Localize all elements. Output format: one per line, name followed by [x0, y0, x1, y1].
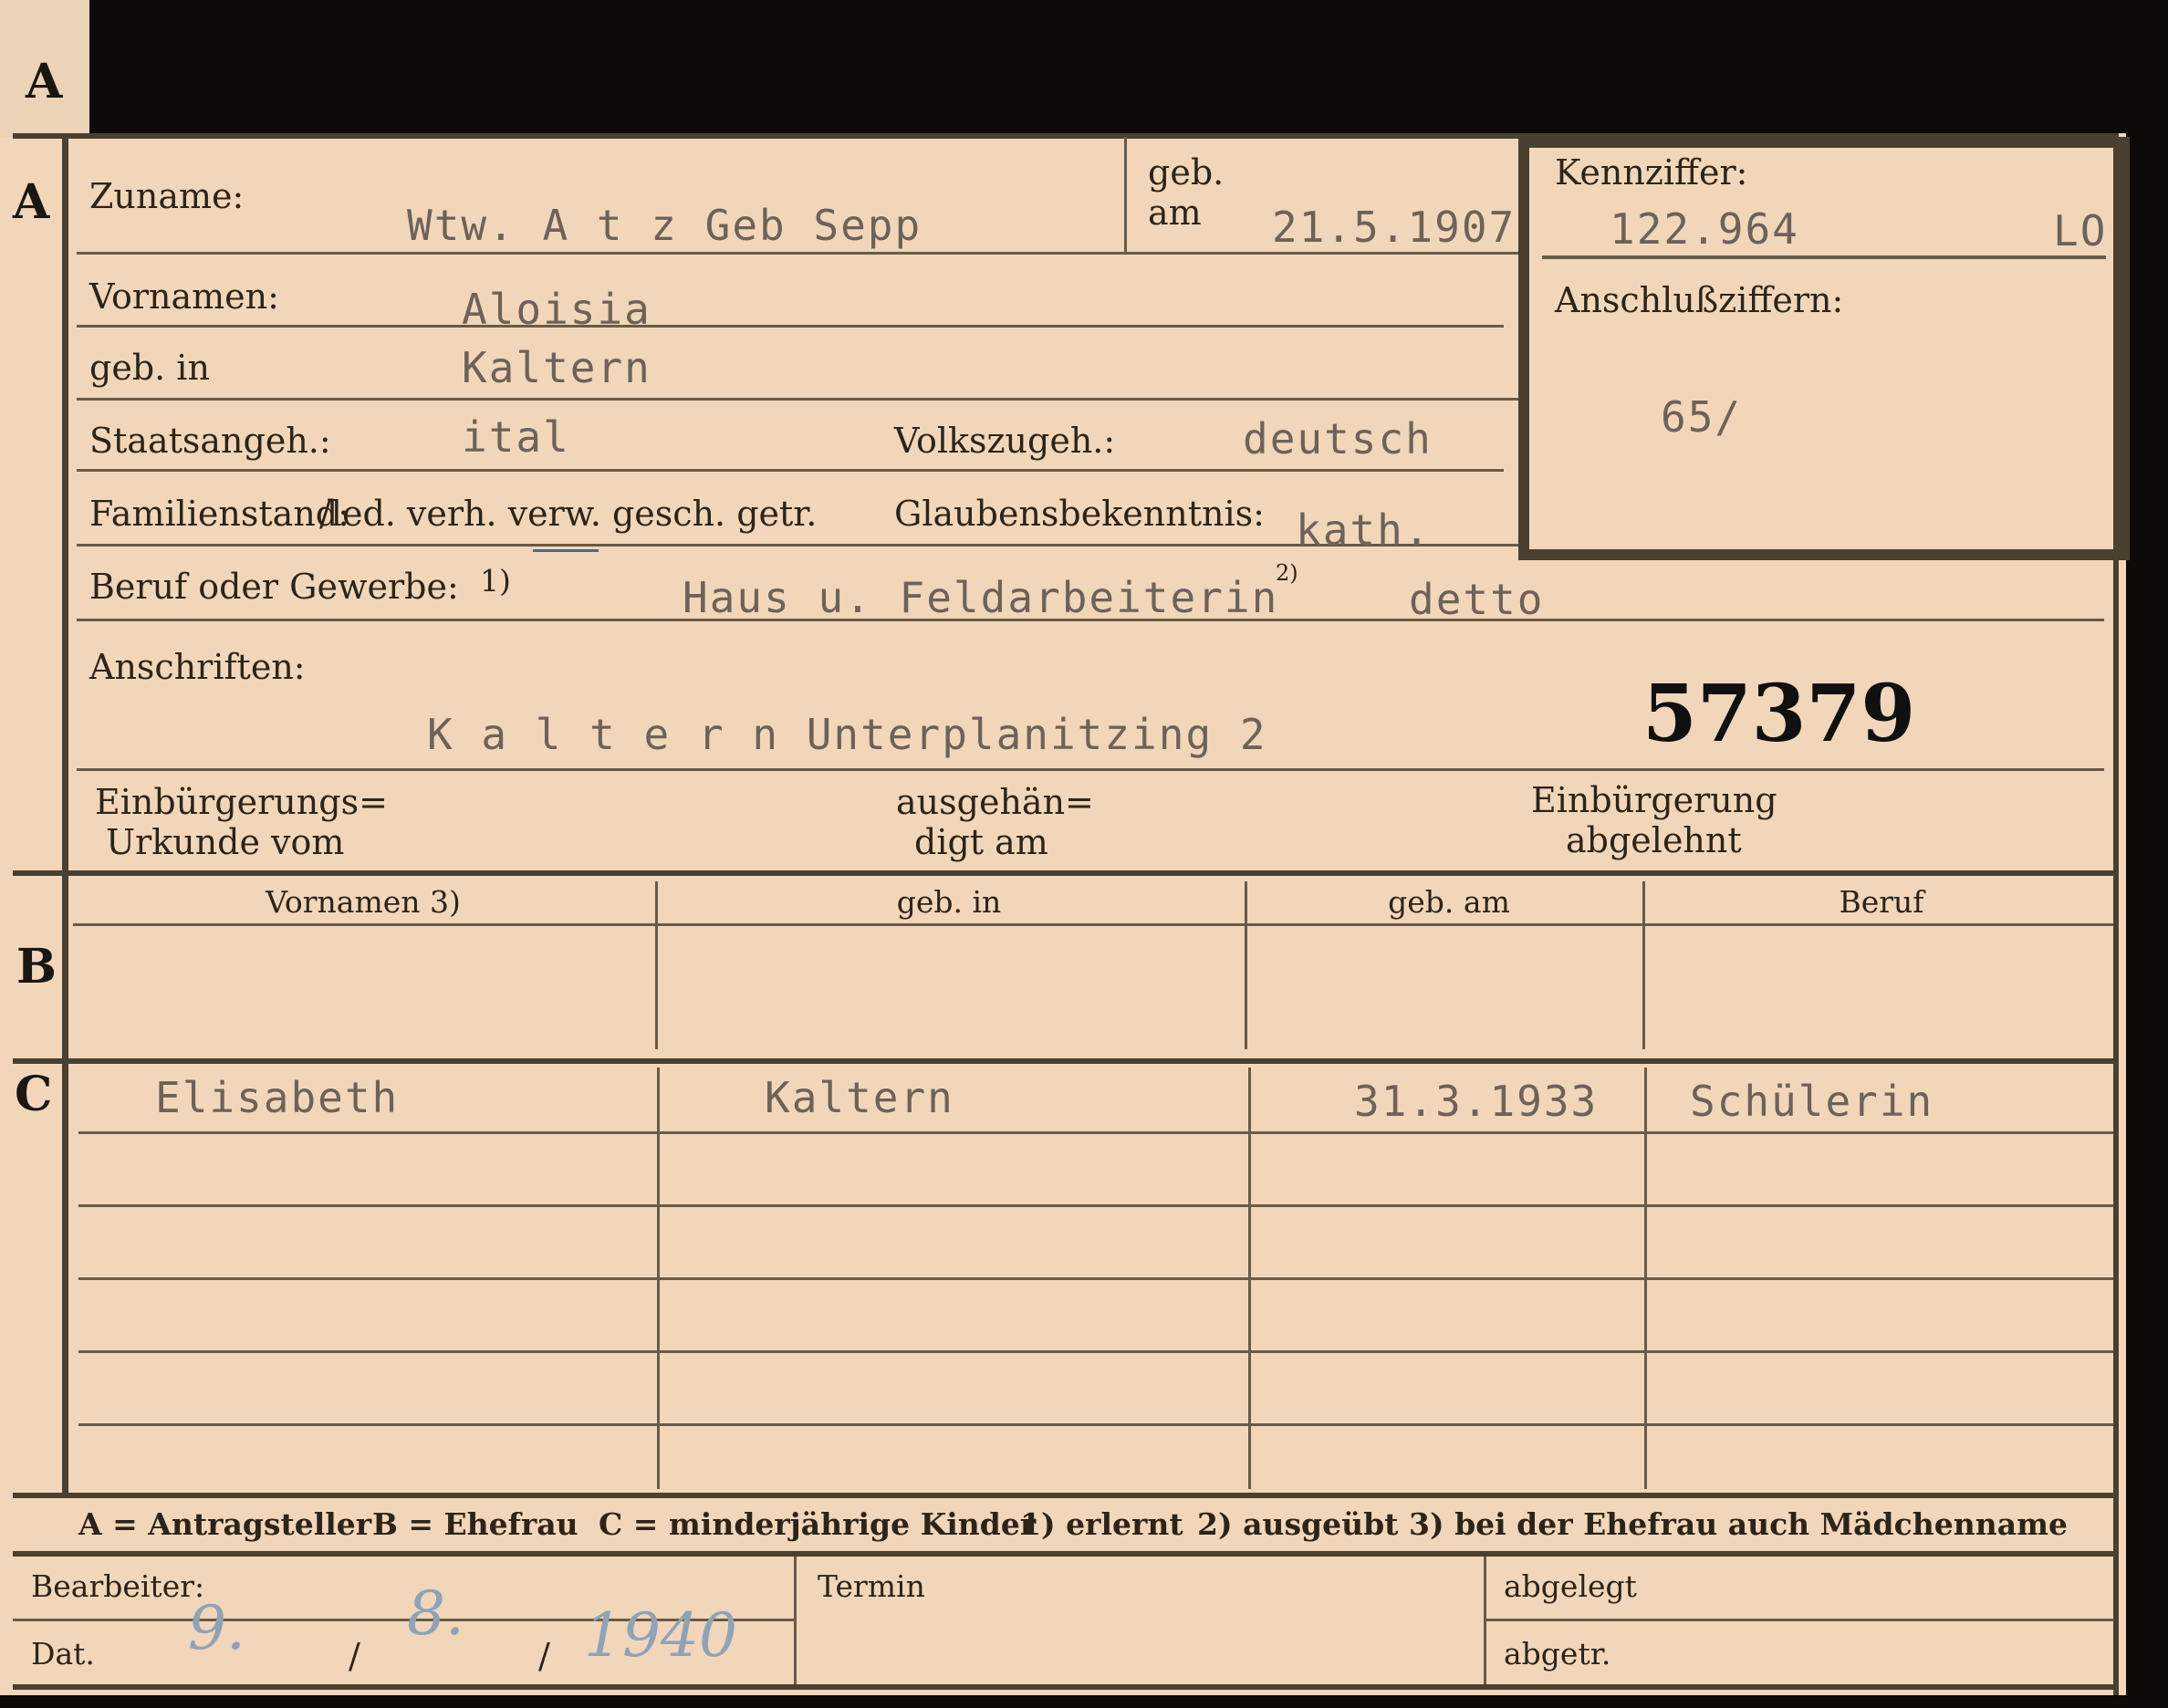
volkszugeh-value: deutsch	[1243, 414, 1433, 463]
stamp-number: 57379	[1642, 668, 1916, 760]
vornamen-value: Aloisia	[462, 285, 651, 334]
glaubens-label: Glaubensbekenntnis:	[894, 494, 1265, 534]
child-vorname: Elisabeth	[155, 1073, 400, 1122]
date-sep-2: /	[538, 1636, 550, 1676]
familienstand-options: /led. verh. verw. gesch. getr.	[319, 494, 818, 534]
termin-label: Termin	[818, 1568, 925, 1604]
section-c-letter: C	[15, 1067, 53, 1122]
kennziffer-value: 122.964	[1610, 204, 1799, 254]
section-b-c-divider	[13, 1058, 2119, 1064]
vornamen-label: Vornamen:	[89, 276, 279, 317]
geb-label-1: geb.	[1148, 152, 1225, 193]
legend-bottom-rule	[13, 1551, 2119, 1557]
section-a-b-divider	[13, 870, 2119, 876]
legend-note-3: 3) bei der Ehefrau auch Mädchenname	[1409, 1506, 2068, 1542]
registration-card: A A Kennziffer: 122.964 LO Anschlußziffe…	[0, 0, 2130, 1695]
staatsangeh-value: ital	[462, 412, 570, 462]
child-geb-in: Kaltern	[765, 1073, 954, 1122]
abgelegt-label: abgelegt	[1504, 1568, 1637, 1604]
legend-c: C = minderjährige Kinder	[599, 1506, 1037, 1542]
legend-b: B = Ehefrau	[372, 1506, 578, 1542]
legend-a: A = Antragsteller	[78, 1506, 372, 1542]
ausgehaendigt-line2: digt am	[914, 822, 1048, 862]
kennziffer-box	[1518, 137, 2130, 560]
kennziffer-label: Kennziffer:	[1555, 152, 1748, 193]
einb-abgelehnt-line1: Einbürgerung	[1531, 780, 1777, 820]
bottom-rule	[13, 1684, 2119, 1690]
anschluss-value: 65/	[1661, 392, 1743, 442]
staatsangeh-label: Staatsangeh.:	[89, 421, 331, 461]
left-margin-rule	[62, 133, 68, 1493]
section-b-col-geb-am: geb. am	[1388, 884, 1510, 920]
beruf-footnote-2: 2)	[1276, 560, 1298, 586]
child-beruf: Schülerin	[1690, 1077, 1934, 1126]
tab-letter: A	[26, 54, 63, 109]
beruf-footnote: 1)	[480, 563, 511, 599]
familienstand-label: Familienstand:	[89, 494, 349, 534]
date-month: 8.	[407, 1578, 464, 1649]
date-sep-1: /	[349, 1636, 360, 1676]
child-geb-am: 31.3.1933	[1354, 1077, 1599, 1126]
kennziffer-code: LO	[2053, 206, 2108, 255]
legend-note-2: 2) ausgeübt	[1197, 1506, 1399, 1542]
zuname-label: Zuname:	[89, 176, 245, 216]
geb-label-2: am	[1148, 193, 1202, 233]
glaubens-value: kath.	[1296, 505, 1432, 555]
section-a-letter: A	[13, 174, 50, 230]
volkszugeh-label: Volkszugeh.:	[894, 421, 1116, 461]
date-day: 9.	[188, 1593, 245, 1663]
dat-label: Dat.	[31, 1636, 95, 1672]
section-b-letter: B	[16, 939, 57, 995]
einb-abgelehnt-line2: abgelehnt	[1566, 820, 1742, 860]
abgetr-label: abgetr.	[1504, 1636, 1611, 1672]
legend-top-rule	[13, 1493, 2119, 1498]
section-b-col-vornamen: Vornamen 3)	[266, 884, 461, 920]
beruf-value: Haus u. Feldarbeiterin	[683, 573, 1279, 622]
geb-in-label: geb. in	[89, 348, 210, 388]
familienstand-selected-underline	[533, 549, 599, 552]
ausgehaendigt-line1: ausgehän=	[896, 782, 1094, 822]
top-dark-band	[89, 0, 2126, 133]
anschriften-label: Anschriften:	[89, 647, 306, 687]
anschluss-label: Anschlußziffern:	[1555, 280, 1844, 320]
section-b-col-geb-in: geb. in	[896, 884, 1002, 920]
geb-in-value: Kaltern	[462, 343, 651, 392]
date-year: 1940	[584, 1600, 737, 1671]
geb-am-value: 21.5.1907	[1272, 203, 1517, 252]
zuname-value: Wtw. A t z Geb Sepp	[407, 201, 922, 250]
beruf-label: Beruf oder Gewerbe:	[89, 567, 459, 607]
bearbeiter-label: Bearbeiter:	[31, 1568, 205, 1604]
einb-urkunde-line2: Urkunde vom	[106, 822, 345, 862]
anschriften-value: K a l t e r n Unterplanitzing 2	[427, 710, 1267, 759]
beruf-value-2: detto	[1409, 575, 1545, 624]
einb-urkunde-line1: Einbürgerungs=	[95, 782, 388, 822]
legend-note-1: 1) erlernt	[1020, 1506, 1183, 1542]
section-b-col-beruf: Beruf	[1839, 884, 1924, 920]
